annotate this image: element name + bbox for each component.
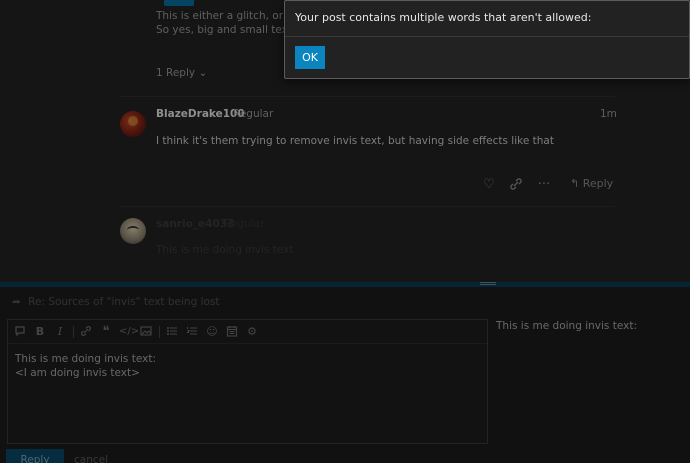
settings-icon[interactable]: ⚙: [245, 325, 259, 339]
composer-editor[interactable]: B I ❝ </> ☺ ⚙ This is me doing invis tex…: [7, 319, 488, 444]
grip-handle-icon[interactable]: [480, 282, 496, 285]
composer-resize-grip[interactable]: [0, 282, 690, 287]
post-divider: [120, 96, 615, 97]
post-username[interactable]: BlazeDrake100: [156, 108, 245, 120]
replies-toggle[interactable]: 1 Reply ⌄: [156, 67, 207, 79]
replies-label: 1 Reply: [156, 67, 196, 79]
avatar[interactable]: [120, 111, 146, 137]
alert-message: Your post contains multiple words that a…: [295, 11, 592, 24]
accent-badge: [164, 0, 194, 6]
editor-text-line[interactable]: <I am doing invis text>: [15, 367, 140, 379]
date-icon[interactable]: [225, 325, 239, 339]
post-user-role: Regular: [224, 218, 265, 230]
reply-to-title: Re: Sources of "invis" text being lost: [28, 296, 220, 308]
italic-icon[interactable]: I: [53, 325, 67, 339]
post-timestamp[interactable]: 1m: [600, 108, 617, 120]
code-icon[interactable]: </>: [119, 325, 139, 339]
emoji-icon[interactable]: ☺: [205, 325, 219, 339]
post-divider: [120, 206, 615, 207]
more-icon[interactable]: ···: [536, 177, 552, 193]
reply-to-header: ➦ Re: Sources of "invis" text being lost: [12, 296, 220, 308]
reply-button-label: Reply: [582, 177, 614, 190]
post-username: sanrio_e4033: [156, 218, 235, 230]
toolbar-divider: [73, 326, 74, 338]
numbered-list-icon[interactable]: [185, 325, 199, 339]
reply-button[interactable]: ↰ Reply: [570, 177, 613, 190]
link-icon[interactable]: [79, 325, 93, 339]
dialog-divider: [285, 36, 689, 37]
post-user-role: Regular: [233, 108, 274, 120]
post-body: This is me doing invis text: [156, 244, 294, 256]
avatar[interactable]: [120, 218, 146, 244]
cancel-link[interactable]: cancel: [74, 454, 108, 463]
share-icon: ➦: [12, 296, 21, 308]
composer-preview: This is me doing invis text:: [496, 320, 637, 332]
post-body: I think it's them trying to remove invis…: [156, 135, 554, 147]
bold-icon[interactable]: B: [33, 325, 47, 339]
chevron-down-icon: ⌄: [198, 67, 208, 79]
quote-icon[interactable]: [13, 325, 27, 339]
composer-toolbar: B I ❝ </> ☺ ⚙: [8, 320, 487, 344]
reply-icon: ↰: [570, 177, 580, 190]
image-icon[interactable]: [139, 325, 153, 339]
reply-composer: ➦ Re: Sources of "invis" text being lost…: [0, 282, 690, 463]
post-text-line: This is either a glitch, or the: [156, 10, 304, 22]
heart-icon[interactable]: ♡: [481, 177, 497, 193]
ok-button[interactable]: OK: [295, 46, 325, 69]
bullet-list-icon[interactable]: [165, 325, 179, 339]
editor-text-line[interactable]: This is me doing invis text:: [15, 353, 156, 365]
link-icon[interactable]: [508, 177, 524, 193]
alert-dialog: Your post contains multiple words that a…: [284, 0, 690, 79]
blockquote-icon[interactable]: ❝: [99, 325, 113, 339]
toolbar-divider: [159, 326, 160, 338]
submit-reply-button[interactable]: Reply: [6, 449, 64, 463]
